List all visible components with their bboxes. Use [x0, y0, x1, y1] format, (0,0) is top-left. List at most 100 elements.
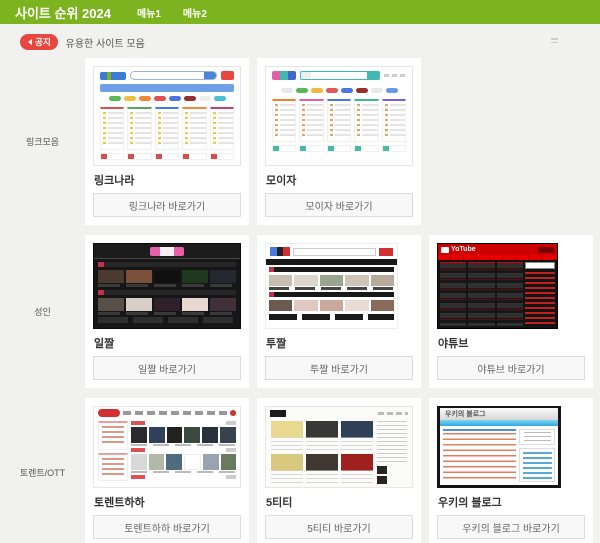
thumb-decor	[371, 275, 394, 286]
thumb-decor	[98, 270, 124, 283]
site-name-5tt: 5티티	[266, 494, 412, 510]
thumb-decor	[100, 107, 124, 150]
go-button-tujjal[interactable]: 투짤 바로가기	[265, 356, 413, 380]
thumb-linknara-topbar	[94, 67, 240, 84]
thumb-decor	[296, 88, 308, 93]
site-thumbnail-wooki-blog[interactable]: 우키의 블로그	[437, 406, 561, 488]
thumb-decor	[155, 107, 179, 150]
go-button-wooki-blog[interactable]: 우키의 블로그 바로가기	[437, 515, 585, 539]
thumb-decor	[184, 427, 200, 443]
go-button-5tt[interactable]: 5티티 바로가기	[265, 515, 413, 539]
thumb-5tt-sidebar-ad-2	[377, 476, 387, 484]
site-thumbnail-torrenthaha[interactable]	[93, 406, 241, 488]
thumb-iljjal-section-bar-2	[98, 290, 236, 295]
thumb-decor	[149, 454, 165, 470]
thumb-torrenthaha-section-header-2	[131, 448, 236, 452]
thumb-decor	[182, 107, 206, 150]
thumb-decor	[326, 88, 338, 93]
thumb-decor	[382, 145, 406, 152]
thumb-torrenthaha-section-header	[131, 421, 236, 425]
site-name-iljjal: 일짤	[94, 335, 240, 351]
thumb-decor	[271, 421, 303, 451]
go-button-yatube[interactable]: 야튜브 바로가기	[437, 356, 585, 380]
megaphone-icon	[25, 39, 32, 45]
thumb-wooki-blog-title: 우키의 블로그	[445, 411, 486, 418]
site-thumbnail-5tt[interactable]	[265, 406, 413, 488]
thumb-decor	[281, 88, 293, 93]
notice-link[interactable]: 유용한 사이트 모음	[66, 35, 145, 50]
site-card-yatube: YoTube 야튜브 야튜브 바로가기	[429, 235, 593, 388]
site-thumbnail-tujjal[interactable]	[265, 243, 398, 329]
thumb-iljjal-video-row	[94, 269, 240, 284]
thumb-torrenthaha-section-header-3	[131, 475, 236, 479]
thumb-iljjal-footer-bars	[98, 317, 236, 323]
thumb-decor	[341, 88, 353, 93]
notice-badge-label: 공지	[35, 36, 51, 48]
thumb-iljjal-captions	[98, 284, 236, 287]
thumb-tujjal-search-button	[379, 248, 393, 256]
section-torrent-ott: 토렌트/OTT	[0, 398, 600, 543]
thumb-torrenthaha-badge	[230, 410, 236, 416]
thumb-yatube-search-box	[525, 262, 555, 269]
thumb-decor	[551, 42, 558, 44]
site-thumbnail-iljjal[interactable]	[93, 243, 241, 329]
thumb-yatube-screenshot: YoTube	[437, 243, 558, 329]
thumb-linknara-link-columns	[94, 105, 240, 153]
thumb-decor	[127, 153, 151, 160]
thumb-5tt-body	[266, 420, 412, 485]
thumb-torrenthaha-sidebar	[98, 421, 128, 481]
thumb-decor	[354, 145, 378, 152]
thumb-yatube-body	[438, 260, 557, 328]
site-thumbnail-moija[interactable]	[265, 66, 413, 166]
thumb-decor	[221, 454, 237, 470]
thumb-iljjal-header	[94, 244, 240, 259]
go-button-iljjal[interactable]: 일짤 바로가기	[93, 356, 241, 380]
thumb-decor	[354, 99, 378, 142]
go-button-torrenthaha[interactable]: 토렌트하하 바로가기	[93, 515, 241, 539]
section-adult: 성인 일짤 일짤 바로가기	[0, 235, 600, 388]
thumb-iljjal-captions-2	[98, 312, 236, 315]
go-button-linknara[interactable]: 링크나라 바로가기	[93, 193, 241, 217]
go-button-moija[interactable]: 모이자 바로가기	[265, 193, 413, 217]
thumb-decor	[182, 298, 208, 311]
thumb-decor	[214, 96, 226, 101]
thumb-moija-searchbar	[300, 71, 380, 80]
category-label-links: 링크모음	[26, 135, 59, 148]
thumb-tujjal-captions	[269, 287, 394, 290]
thumb-decor	[345, 300, 368, 311]
thumb-decor	[345, 275, 368, 286]
nav-menu-2[interactable]: 메뉴2	[183, 5, 207, 20]
thumb-torrenthaha-captions-2	[131, 471, 236, 473]
thumb-yatube-video-column-2	[468, 262, 494, 326]
thumb-decor	[210, 270, 236, 283]
thumb-decor	[126, 298, 152, 311]
nav-menu-1[interactable]: 메뉴1	[137, 5, 161, 20]
thumb-decor	[124, 96, 136, 101]
thumb-moija-footer-headers	[266, 145, 412, 152]
thumb-yatube-video-column-3	[497, 262, 523, 326]
thumb-torrenthaha-body	[94, 419, 240, 483]
section-adult-gutter: 성인	[0, 235, 85, 388]
thumb-decor	[306, 454, 338, 484]
thumb-decor	[202, 427, 218, 443]
thumb-decor	[294, 275, 317, 286]
section-links-gutter: 링크모음	[0, 58, 85, 225]
thumb-linknara-logo	[100, 72, 126, 80]
site-thumbnail-linknara[interactable]	[93, 66, 241, 166]
thumb-torrenthaha-logo	[98, 409, 120, 417]
thumb-wooki-post-text	[443, 429, 516, 482]
category-label-adult: 성인	[34, 305, 51, 318]
site-card-moija: 모이자 모이자 바로가기	[257, 58, 421, 225]
thumb-decor	[126, 270, 152, 283]
thumb-wooki-sidebar	[519, 429, 555, 482]
notice-more-icon[interactable]	[551, 38, 558, 45]
site-thumbnail-yatube[interactable]: YoTube	[437, 243, 585, 329]
notice-badge: 공지	[20, 34, 58, 50]
site-card-iljjal: 일짤 일짤 바로가기	[85, 235, 249, 388]
thumb-yatube-logo-text: YoTube	[451, 246, 476, 253]
thumb-5tt-toplinks	[378, 412, 408, 415]
thumb-decor	[154, 298, 180, 311]
thumb-decor	[210, 107, 234, 150]
thumb-decor	[272, 145, 296, 152]
thumb-decor	[210, 298, 236, 311]
